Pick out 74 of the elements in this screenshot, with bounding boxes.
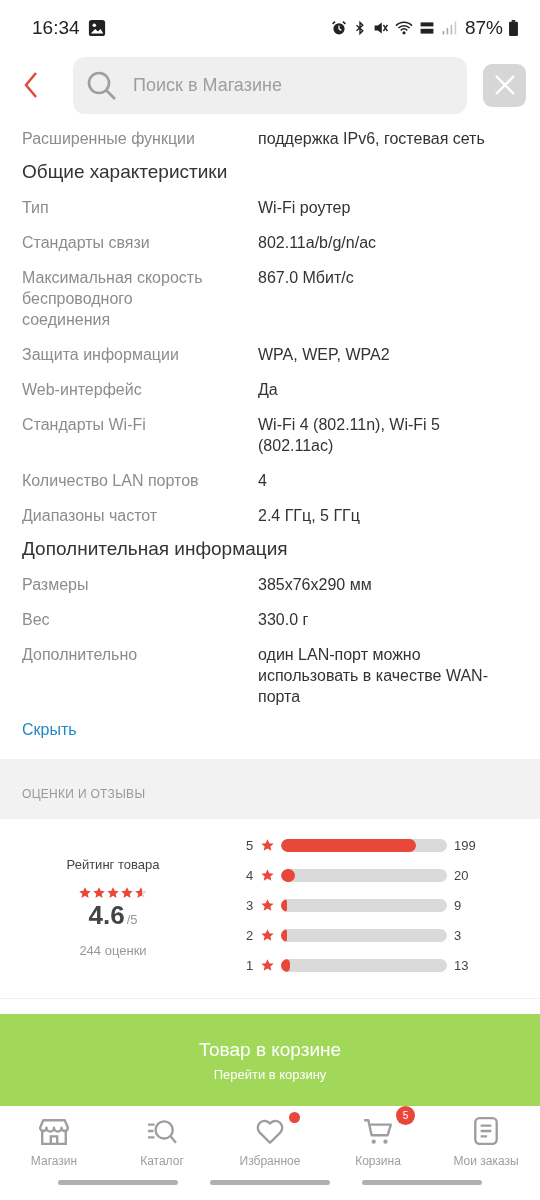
star-grade: 5 xyxy=(246,838,255,853)
spec-label: Диапазоны частот xyxy=(22,506,159,526)
spec-value: Wi-Fi 4 (802.11n), Wi-Fi 5 (802.11ac) xyxy=(258,415,441,456)
star-icon xyxy=(260,898,275,913)
ratings-count: 244 оценки xyxy=(79,943,147,958)
nav-tab[interactable]: Каталог xyxy=(112,1106,212,1168)
close-icon xyxy=(493,74,516,96)
cart-count-badge: 5 xyxy=(396,1106,415,1125)
spec-label: Стандарты связи xyxy=(22,233,151,253)
nav-tab[interactable]: 5 Корзина xyxy=(328,1106,428,1168)
spec-value: поддержка IPv6, гостевая сеть xyxy=(258,129,486,149)
rating-label: Рейтинг товара xyxy=(66,857,160,872)
search-field[interactable]: Поиск в Магазине xyxy=(73,56,467,114)
rating-max: /5 xyxy=(126,912,138,927)
spec-value: 802.11a/b/g/n/ac xyxy=(258,233,378,253)
cart-icon xyxy=(363,1116,393,1146)
review-count: 199 xyxy=(454,838,476,853)
spec-label: Количество LAN портов xyxy=(22,471,200,491)
section-heading: Общие характеристики xyxy=(22,160,229,184)
spec-value: 330.0 г xyxy=(258,610,310,630)
image-icon xyxy=(87,19,106,37)
spec-value: WPA, WEP, WPA2 xyxy=(258,345,391,365)
star-grade: 4 xyxy=(246,868,255,883)
spec-value: один LAN-порт можно использовать в качестве WAN-порта xyxy=(258,645,489,707)
star-icon xyxy=(260,868,275,883)
nav-tab[interactable]: Магазин xyxy=(4,1106,104,1168)
review-count: 13 xyxy=(454,958,469,973)
section-heading: Дополнительная информация xyxy=(22,537,289,561)
search-icon xyxy=(87,70,117,101)
spec-label: Web-интерфейс xyxy=(22,380,143,400)
star-icon xyxy=(260,958,275,973)
cart-button[interactable]: Товар в корзине Перейти в корзину xyxy=(0,1014,540,1106)
review-count: 9 xyxy=(454,898,462,913)
alarm-icon xyxy=(330,20,347,36)
spec-value: 385x76x290 мм xyxy=(258,575,373,595)
nav-tab[interactable]: Избранное xyxy=(220,1106,320,1168)
spec-label: Расширенные функции xyxy=(22,129,196,149)
spec-value: 4 xyxy=(258,471,268,491)
spec-value: 2.4 ГГц, 5 ГГц xyxy=(258,506,361,526)
section-heading: ОЦЕНКИ И ОТЗЫВЫ xyxy=(22,787,146,801)
review-count: 3 xyxy=(454,928,462,943)
spec-label: Максимальная скорость беспроводного соединения xyxy=(22,268,204,330)
spec-label: Тип xyxy=(22,198,50,218)
star-icon xyxy=(260,838,275,853)
spec-label: Защита информации xyxy=(22,345,180,365)
mute-icon xyxy=(372,20,389,36)
star-icon xyxy=(106,886,120,900)
star-icon xyxy=(92,886,106,900)
hide-link[interactable]: Скрыть xyxy=(22,717,77,759)
back-icon xyxy=(24,71,38,99)
spec-label: Размеры xyxy=(22,575,90,595)
star-icon xyxy=(134,886,148,900)
clock-time: 16:34 xyxy=(32,17,80,39)
battery-percent: 87% xyxy=(464,17,503,39)
document-icon xyxy=(471,1116,501,1146)
star-grade: 1 xyxy=(246,958,255,973)
star-grade: 2 xyxy=(246,928,255,943)
nav-tab[interactable]: Мои заказы xyxy=(436,1106,536,1168)
star-icon xyxy=(260,928,275,943)
star-icon xyxy=(120,886,134,900)
spec-value: 867.0 Мбит/с xyxy=(258,268,355,288)
signal-icon xyxy=(440,20,457,36)
star-icon xyxy=(78,886,92,900)
wifi-icon xyxy=(394,20,413,36)
battery-icon xyxy=(509,20,518,36)
spec-label: Вес xyxy=(22,610,51,630)
shop-icon xyxy=(39,1116,69,1146)
spec-label: Дополнительно xyxy=(22,645,139,665)
rating-score: 4.6 xyxy=(88,900,125,931)
review-count: 20 xyxy=(454,868,469,883)
spec-value: Да xyxy=(258,380,279,400)
star-grade: 3 xyxy=(246,898,255,913)
spec-value: Wi-Fi роутер xyxy=(258,198,352,218)
spec-label: Стандарты Wi-Fi xyxy=(22,415,147,435)
